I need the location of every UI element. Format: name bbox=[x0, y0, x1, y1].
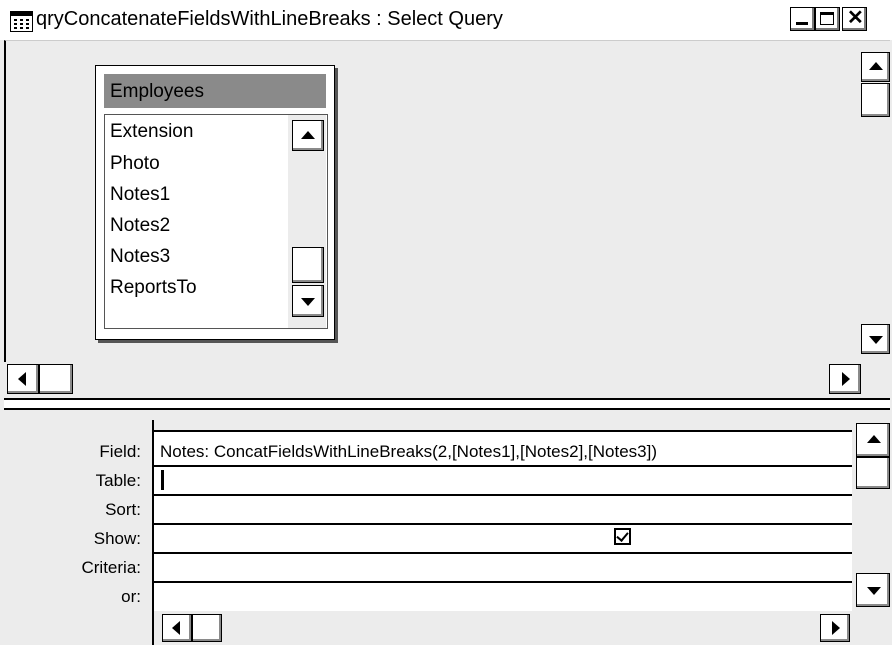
field-item[interactable]: Notes3 bbox=[110, 246, 170, 268]
grid-scroll-left-button[interactable] bbox=[162, 614, 192, 642]
table-pane-scroll-down-button[interactable] bbox=[861, 324, 890, 354]
field-list-scroll-up-button[interactable] bbox=[292, 120, 324, 151]
grid-horizontal-scrollbar[interactable] bbox=[152, 611, 854, 645]
criteria-cell[interactable] bbox=[154, 554, 854, 581]
field-item[interactable]: Extension bbox=[110, 121, 193, 143]
arrow-right-icon bbox=[832, 621, 840, 635]
arrow-right-icon bbox=[842, 372, 850, 386]
maximize-button[interactable] bbox=[815, 7, 840, 31]
table-pane-scroll-up-button[interactable] bbox=[861, 52, 890, 82]
close-button[interactable]: ✕ bbox=[842, 7, 867, 31]
show-checkbox[interactable] bbox=[614, 528, 631, 545]
table-pane-scroll-left-button[interactable] bbox=[7, 364, 39, 394]
field-list-scroll-thumb[interactable] bbox=[292, 247, 324, 283]
field-item[interactable]: Photo bbox=[110, 153, 160, 175]
minimize-button[interactable] bbox=[790, 7, 815, 31]
row-label-show: Show: bbox=[93, 529, 141, 548]
design-grid[interactable]: Notes: ConcatFieldsWithLineBreaks(2,[Not… bbox=[152, 420, 854, 611]
row-label-field: Field: bbox=[99, 442, 141, 461]
grid-hscroll-thumb[interactable] bbox=[192, 614, 222, 642]
row-label-table: Table: bbox=[95, 471, 141, 490]
table-pane-horizontal-scrollbar[interactable] bbox=[4, 362, 861, 396]
arrow-down-icon bbox=[301, 298, 315, 306]
field-item[interactable]: Notes2 bbox=[110, 215, 170, 237]
minimize-icon bbox=[796, 22, 808, 25]
table-name: Employees bbox=[110, 81, 204, 102]
field-list-header[interactable]: Employees bbox=[104, 74, 326, 108]
field-list-scrollbar[interactable] bbox=[288, 115, 326, 328]
or-cell[interactable] bbox=[154, 583, 854, 610]
row-label-sort: Sort: bbox=[105, 500, 141, 519]
arrow-up-icon bbox=[867, 435, 881, 443]
query-icon bbox=[10, 11, 33, 32]
table-pane-hscroll-thumb[interactable] bbox=[39, 364, 73, 394]
grid-vertical-scrollbar[interactable] bbox=[852, 420, 890, 611]
grid-line bbox=[154, 523, 854, 525]
row-label-criteria: Criteria: bbox=[81, 558, 141, 577]
arrow-up-icon bbox=[301, 131, 315, 139]
table-cell[interactable] bbox=[154, 467, 854, 494]
window-title: qryConcatenateFieldsWithLineBreaks : Sel… bbox=[36, 8, 503, 30]
grid-scroll-up-button[interactable] bbox=[856, 423, 890, 457]
table-pane-vertical-scrollbar[interactable] bbox=[861, 47, 890, 396]
query-design-window: qryConcatenateFieldsWithLineBreaks : Sel… bbox=[0, 0, 892, 645]
pane-splitter[interactable] bbox=[4, 398, 890, 410]
field-list[interactable]: Extension Photo Notes1 Notes2 Notes3 Rep… bbox=[104, 114, 328, 329]
arrow-up-icon bbox=[869, 62, 883, 70]
table-pane-scroll-thumb[interactable] bbox=[861, 83, 890, 117]
field-item[interactable]: ReportsTo bbox=[110, 277, 197, 299]
sort-cell[interactable] bbox=[154, 496, 854, 523]
grid-scroll-right-button[interactable] bbox=[820, 614, 850, 642]
arrow-left-icon bbox=[18, 372, 26, 386]
field-item[interactable]: Notes1 bbox=[110, 184, 170, 206]
arrow-left-icon bbox=[172, 621, 180, 635]
close-icon: ✕ bbox=[847, 7, 864, 29]
field-list-scroll-down-button[interactable] bbox=[292, 285, 324, 317]
table-pane-scroll-right-button[interactable] bbox=[829, 364, 861, 394]
employees-field-list[interactable]: Employees Extension Photo Notes1 Notes2 … bbox=[95, 65, 335, 340]
maximize-icon bbox=[820, 12, 834, 25]
grid-scroll-thumb[interactable] bbox=[856, 457, 890, 489]
column-selector[interactable] bbox=[154, 420, 854, 432]
arrow-down-icon bbox=[869, 336, 883, 344]
grid-scroll-down-button[interactable] bbox=[856, 573, 890, 607]
row-label-or: or: bbox=[121, 587, 141, 606]
field-cell[interactable]: Notes: ConcatFieldsWithLineBreaks(2,[Not… bbox=[160, 442, 657, 462]
title-bar[interactable]: qryConcatenateFieldsWithLineBreaks : Sel… bbox=[0, 0, 892, 40]
arrow-down-icon bbox=[867, 587, 881, 595]
